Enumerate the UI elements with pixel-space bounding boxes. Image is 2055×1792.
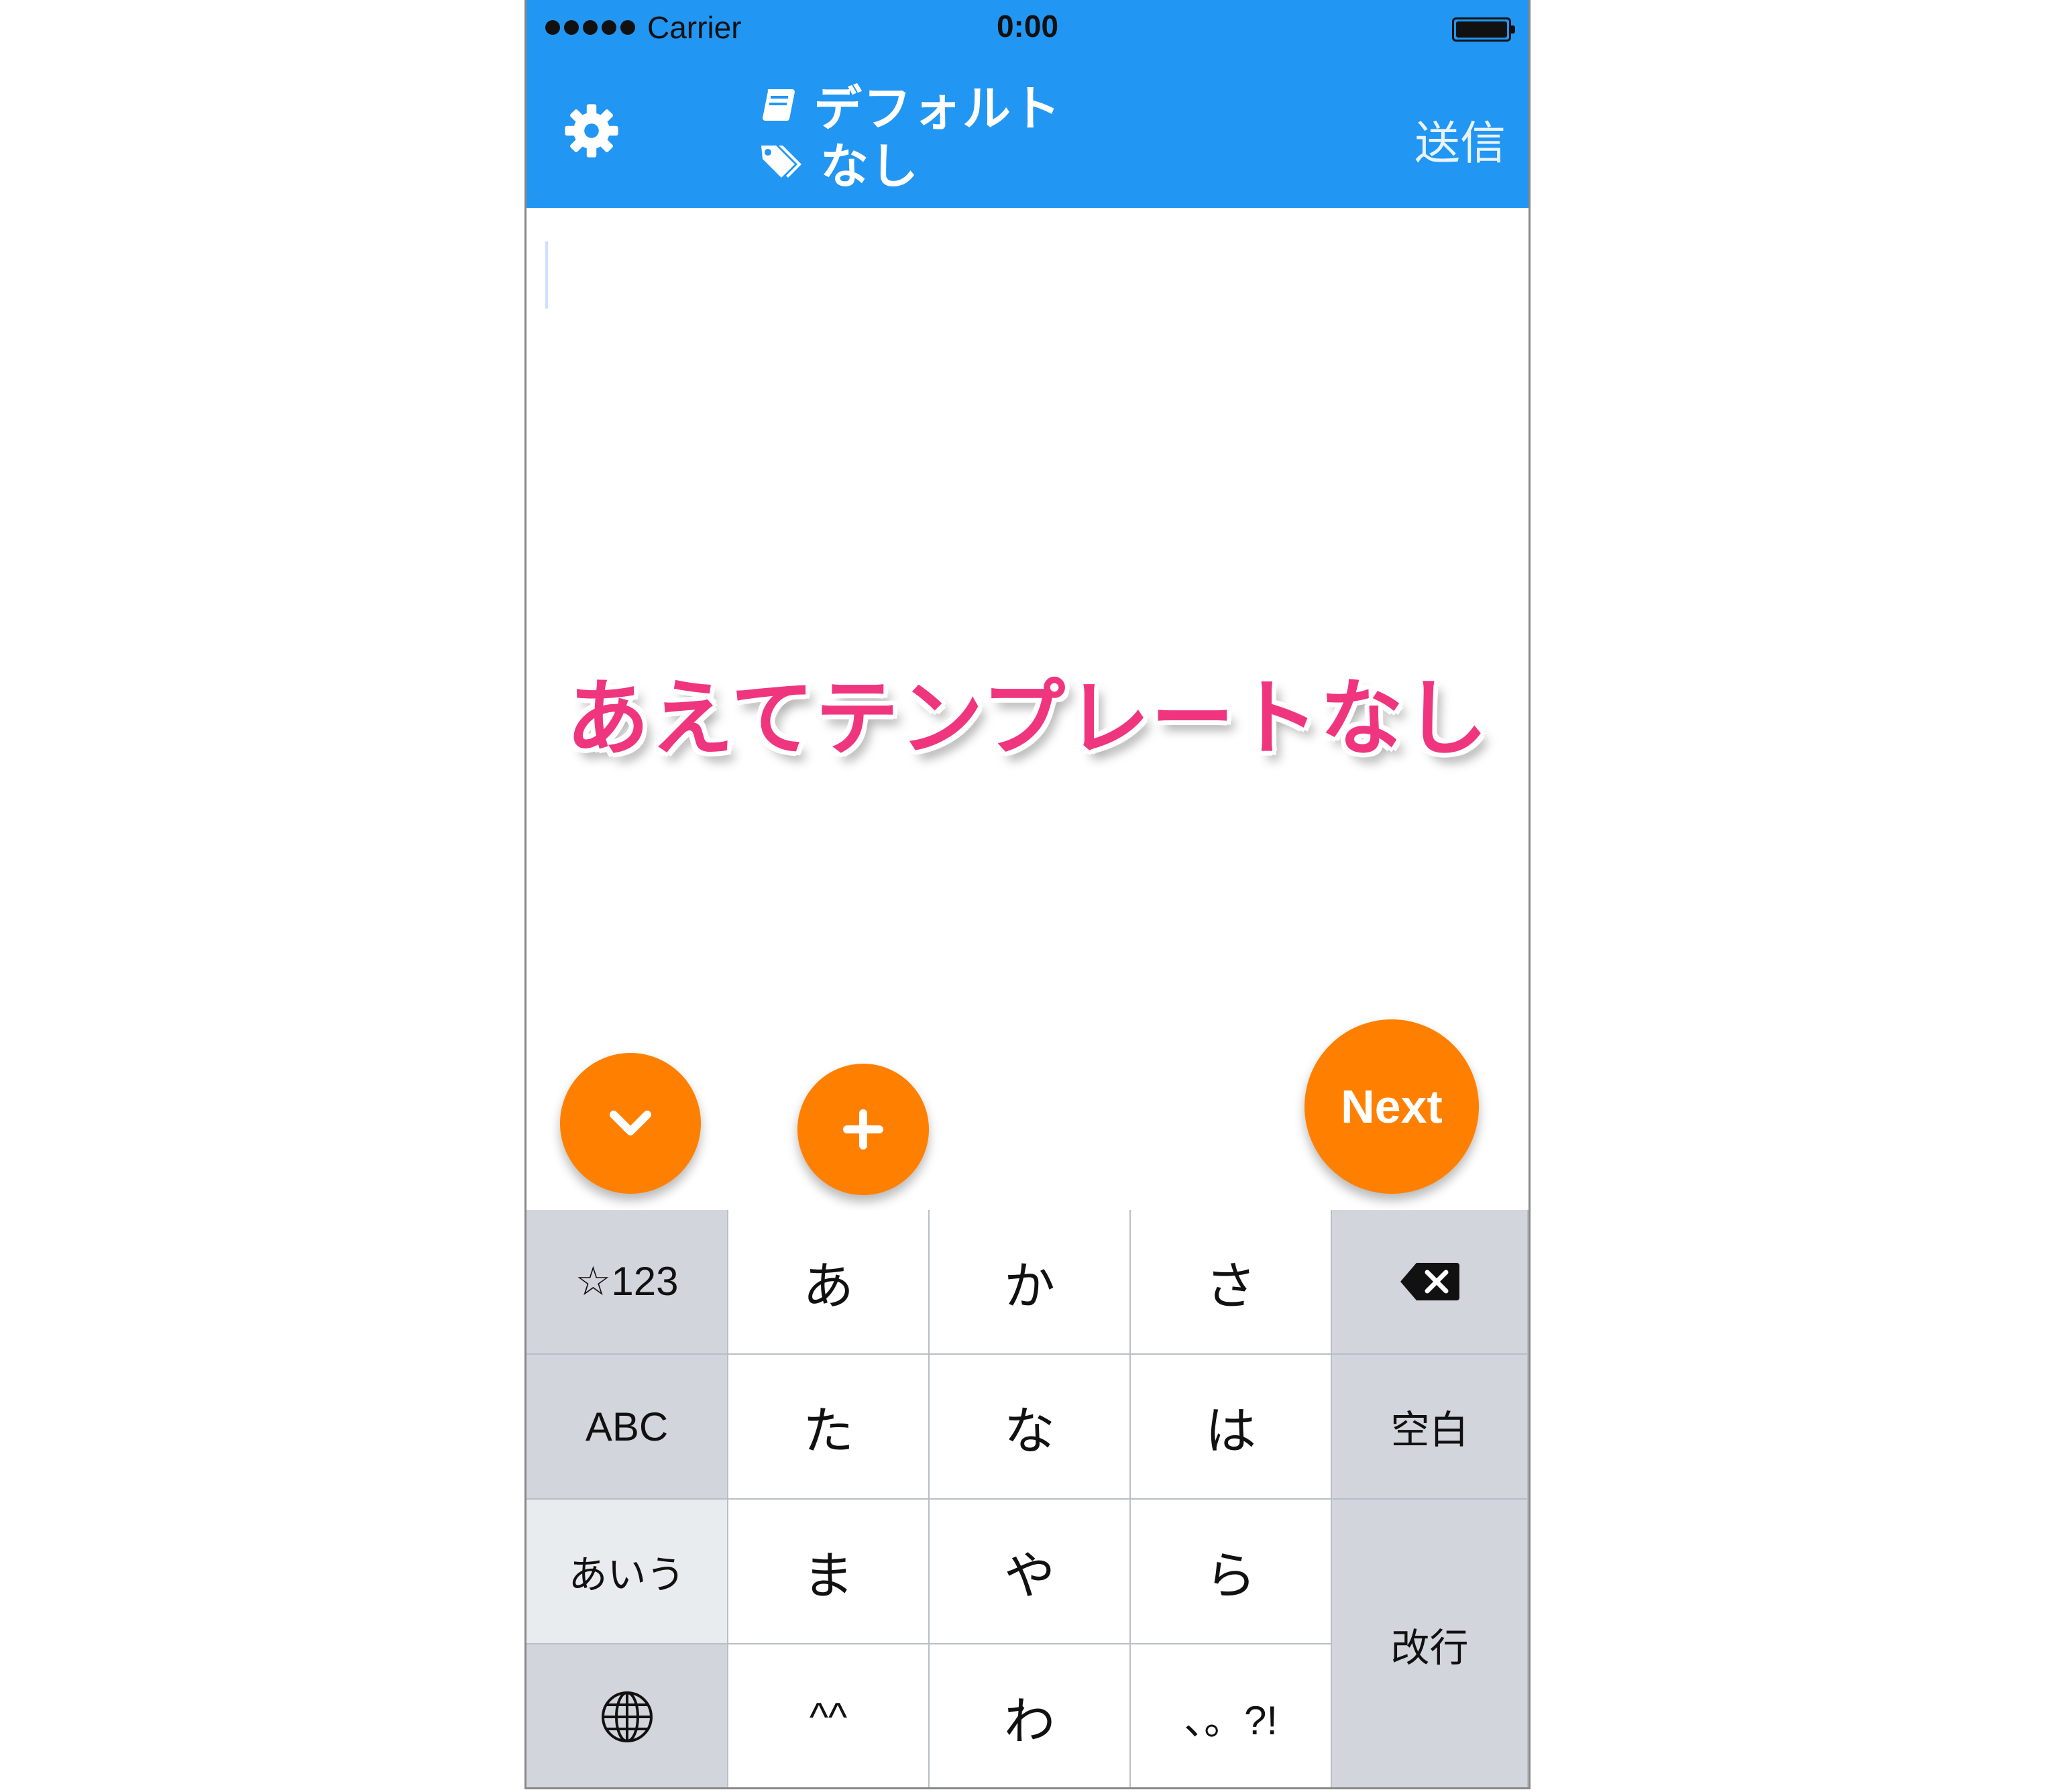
book-icon [763, 89, 795, 121]
next-button[interactable]: Next [1304, 1019, 1479, 1194]
key-globe[interactable] [526, 1644, 728, 1787]
key-ka[interactable]: か [930, 1210, 1131, 1355]
key-ta[interactable]: た [728, 1355, 930, 1500]
notebook-row[interactable]: デフォルト [759, 75, 1062, 137]
key-punctuation[interactable]: 、。?! [1131, 1644, 1332, 1787]
add-button[interactable] [797, 1064, 929, 1195]
key-kana-mode[interactable]: あいう [526, 1500, 728, 1644]
plus-icon [843, 1109, 883, 1150]
key-enter[interactable]: 改行 [1332, 1500, 1529, 1787]
key-ma[interactable]: ま [728, 1500, 930, 1644]
text-caret [545, 241, 548, 309]
key-space[interactable]: 空白 [1332, 1355, 1529, 1500]
key-na[interactable]: な [930, 1355, 1131, 1500]
key-backspace[interactable] [1332, 1210, 1529, 1355]
tag-row[interactable]: なし [759, 133, 1062, 194]
key-emoticon[interactable]: ^^ [728, 1644, 930, 1787]
battery-icon [1452, 17, 1515, 42]
key-wa[interactable]: わ [930, 1644, 1131, 1787]
overlay-annotation: あえてテンプレートなし [565, 671, 1490, 767]
phone-screen: Carrier 0:00 デフォルト なし 送信 あえてテンプレートなし Nex… [524, 0, 1531, 1789]
key-abc[interactable]: ABC [526, 1355, 728, 1500]
note-meta[interactable]: デフォルト なし [759, 75, 1062, 194]
key-sa[interactable]: さ [1131, 1210, 1332, 1355]
status-time: 0:00 [996, 9, 1059, 44]
status-bar: Carrier 0:00 [526, 0, 1529, 58]
chevron-down-icon [610, 1111, 651, 1135]
japanese-keyboard: ☆123 あ か さ ABC た な は 空白 あいう ま や ら 改行 ^^ … [526, 1210, 1529, 1787]
key-a[interactable]: あ [728, 1210, 930, 1355]
tag-icon [761, 146, 801, 178]
backspace-icon [1400, 1263, 1459, 1300]
key-ha[interactable]: は [1131, 1355, 1332, 1500]
key-ra[interactable]: ら [1131, 1500, 1332, 1644]
collapse-button[interactable] [560, 1053, 701, 1194]
app-header: Carrier 0:00 デフォルト なし 送信 [526, 0, 1529, 208]
key-ya[interactable]: や [930, 1500, 1131, 1644]
tag-name: なし [820, 137, 920, 194]
gear-icon[interactable] [561, 101, 622, 161]
globe-icon [601, 1691, 653, 1742]
key-symbols[interactable]: ☆123 [526, 1210, 728, 1355]
send-button[interactable]: 送信 [1414, 106, 1506, 172]
